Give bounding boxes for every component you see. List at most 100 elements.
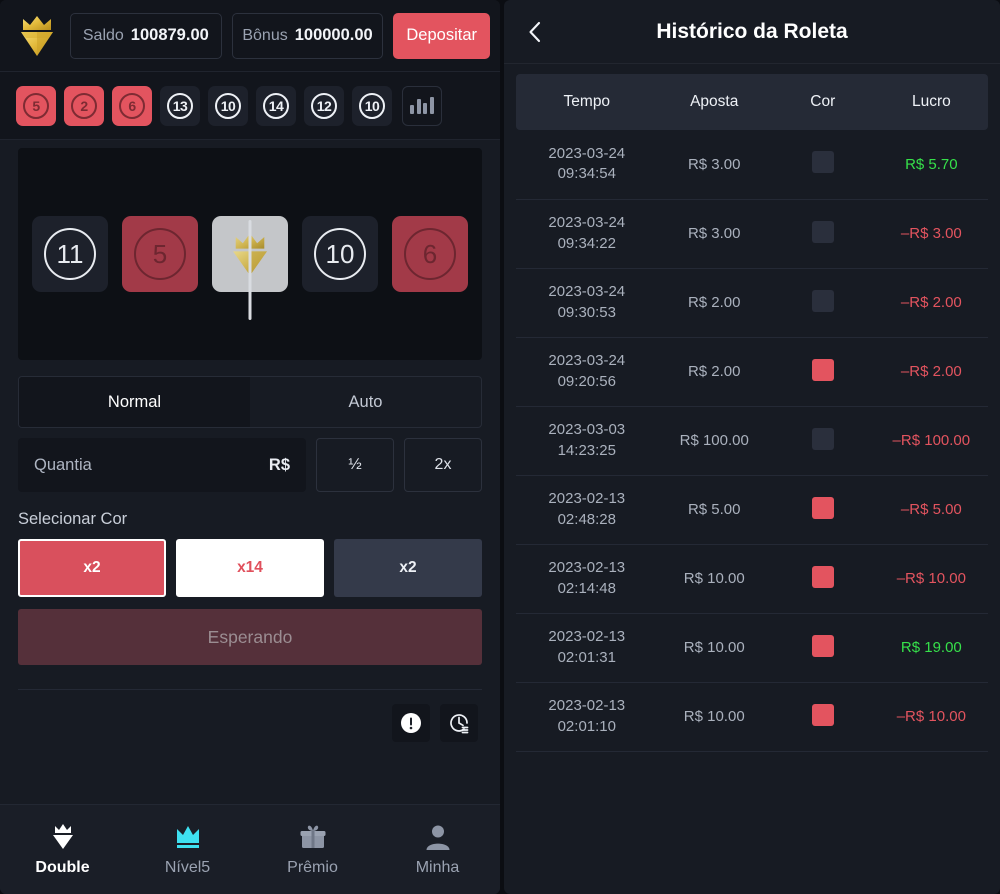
reel-tile: 6 bbox=[392, 216, 468, 292]
cell-lucro: –R$ 3.00 bbox=[874, 199, 988, 269]
mode-tabs: Normal Auto bbox=[18, 376, 482, 428]
table-row: 2023-03-03 14:23:25 R$ 100.00 –R$ 100.00 bbox=[516, 406, 988, 476]
page-title: Histórico da Roleta bbox=[656, 19, 848, 43]
cell-cor bbox=[770, 475, 875, 545]
result-tile[interactable]: 13 bbox=[160, 85, 200, 126]
result-tile[interactable]: 2 bbox=[64, 85, 104, 126]
app-screen: Saldo 100879.00 Bônus 100000.00 Deposita… bbox=[0, 0, 1000, 894]
nav-item-nivel[interactable]: Nível5 bbox=[125, 823, 250, 877]
table-row: 2023-03-24 09:34:54 R$ 3.00 R$ 5.70 bbox=[516, 130, 988, 200]
info-alert-icon[interactable] bbox=[392, 704, 430, 742]
column-header-cor: Cor bbox=[770, 74, 875, 130]
recent-results-list: 5 2 6 13 10 14 12 10 bbox=[16, 85, 392, 126]
select-color-label: Selecionar Cor bbox=[18, 510, 128, 528]
bonus-label: Bônus bbox=[242, 26, 288, 44]
half-amount-button[interactable]: ½ bbox=[316, 438, 394, 492]
color-option-black[interactable]: x2 bbox=[334, 539, 482, 597]
user-icon bbox=[426, 825, 449, 850]
flex-spacer bbox=[0, 742, 500, 804]
color-option-red[interactable]: x2 bbox=[18, 539, 166, 597]
cell-cor bbox=[770, 544, 875, 614]
result-tile[interactable]: 5 bbox=[16, 85, 56, 126]
color-swatch bbox=[811, 496, 834, 519]
deposit-button[interactable]: Depositar bbox=[393, 12, 490, 59]
reel-pointer bbox=[248, 220, 252, 320]
cell-tempo: 2023-02-13 02:01:10 bbox=[516, 682, 658, 752]
cell-tempo: 2023-03-24 09:20:56 bbox=[516, 337, 658, 407]
game-panel: Saldo 100879.00 Bônus 100000.00 Deposita… bbox=[0, 0, 500, 894]
reel-tile-value: 6 bbox=[404, 228, 456, 280]
color-option-white[interactable]: x14 bbox=[176, 539, 324, 597]
cell-tempo: 2023-02-13 02:48:28 bbox=[516, 475, 658, 545]
cell-cor bbox=[770, 613, 875, 683]
cell-cor bbox=[770, 406, 875, 476]
cell-lucro: –R$ 2.00 bbox=[874, 337, 988, 407]
gift-icon bbox=[300, 825, 325, 848]
balance-value: 100879.00 bbox=[130, 26, 209, 44]
nav-item-minha[interactable]: Minha bbox=[375, 823, 500, 877]
history-clock-icon[interactable] bbox=[440, 704, 478, 742]
column-header-tempo: Tempo bbox=[516, 74, 658, 130]
balance-label: Saldo bbox=[82, 26, 124, 44]
color-swatch bbox=[811, 358, 834, 381]
bonus-value: 100000.00 bbox=[294, 26, 373, 44]
nav-item-premio[interactable]: Prêmio bbox=[250, 823, 375, 877]
history-table: Tempo Aposta Cor Lucro 2023-03-24 09:34:… bbox=[516, 74, 988, 752]
account-header: Saldo 100879.00 Bônus 100000.00 Deposita… bbox=[0, 0, 500, 72]
recent-results-strip: 5 2 6 13 10 14 12 10 bbox=[0, 72, 500, 140]
reel-tile: 10 bbox=[302, 216, 378, 292]
cell-aposta: R$ 10.00 bbox=[657, 613, 771, 683]
cell-cor bbox=[770, 130, 875, 200]
tab-normal[interactable]: Normal bbox=[19, 377, 250, 427]
table-row: 2023-02-13 02:14:48 R$ 10.00 –R$ 10.00 bbox=[516, 544, 988, 614]
result-tile[interactable]: 10 bbox=[208, 85, 248, 126]
tab-auto[interactable]: Auto bbox=[250, 377, 481, 427]
table-header-row: Tempo Aposta Cor Lucro bbox=[516, 74, 988, 130]
cell-tempo: 2023-03-03 14:23:25 bbox=[516, 406, 658, 476]
result-value: 10 bbox=[359, 92, 385, 119]
reel-tile-value: 5 bbox=[134, 228, 186, 280]
result-tile[interactable]: 6 bbox=[112, 85, 152, 126]
cell-lucro: –R$ 2.00 bbox=[874, 268, 988, 338]
color-swatch bbox=[811, 289, 834, 312]
bonus-box[interactable]: Bônus 100000.00 bbox=[231, 12, 384, 59]
amount-input[interactable]: Quantia R$ bbox=[18, 438, 306, 492]
cell-aposta: R$ 10.00 bbox=[657, 682, 771, 752]
nav-label-premio: Prêmio bbox=[287, 858, 338, 876]
color-swatch bbox=[811, 427, 834, 450]
table-row: 2023-03-24 09:20:56 R$ 2.00 –R$ 2.00 bbox=[516, 337, 988, 407]
tool-icons bbox=[0, 690, 500, 742]
cell-tempo: 2023-02-13 02:14:48 bbox=[516, 544, 658, 614]
color-swatch bbox=[811, 634, 834, 657]
bottom-nav: Double Nível5 Prêmio Minha bbox=[0, 804, 500, 894]
result-tile[interactable]: 14 bbox=[256, 85, 296, 126]
cell-tempo: 2023-02-13 02:01:31 bbox=[516, 613, 658, 683]
table-row: 2023-02-13 02:48:28 R$ 5.00 –R$ 5.00 bbox=[516, 475, 988, 545]
column-header-aposta: Aposta bbox=[657, 74, 771, 130]
amount-row: Quantia R$ ½ 2x bbox=[18, 438, 482, 492]
balance-box[interactable]: Saldo 100879.00 bbox=[70, 12, 222, 59]
nav-label-double: Double bbox=[35, 858, 90, 876]
bet-action-button[interactable]: Esperando bbox=[18, 609, 482, 665]
result-tile[interactable]: 12 bbox=[304, 85, 344, 126]
bar-chart-icon[interactable] bbox=[402, 85, 442, 126]
cell-aposta: R$ 100.00 bbox=[657, 406, 771, 476]
result-tile[interactable]: 10 bbox=[352, 85, 392, 126]
result-value: 2 bbox=[71, 92, 97, 119]
color-swatch bbox=[811, 220, 834, 243]
crown-diamond-icon bbox=[52, 823, 73, 849]
cell-lucro: R$ 5.70 bbox=[874, 130, 988, 200]
chevron-left-icon[interactable] bbox=[512, 9, 558, 55]
cell-aposta: R$ 5.00 bbox=[657, 475, 771, 545]
result-value: 13 bbox=[167, 92, 193, 119]
table-row: 2023-03-24 09:34:22 R$ 3.00 –R$ 3.00 bbox=[516, 199, 988, 269]
cell-aposta: R$ 2.00 bbox=[657, 268, 771, 338]
crown-diamond-logo-icon bbox=[14, 12, 60, 60]
result-value: 14 bbox=[263, 92, 289, 119]
reel-tile-value: 10 bbox=[314, 228, 366, 280]
nav-item-double[interactable]: Double bbox=[0, 823, 125, 877]
color-swatch bbox=[811, 151, 834, 174]
double-amount-button[interactable]: 2x bbox=[404, 438, 482, 492]
reel-strip[interactable]: 11 5 10 6 bbox=[18, 148, 482, 360]
amount-currency-label: R$ bbox=[268, 455, 290, 474]
